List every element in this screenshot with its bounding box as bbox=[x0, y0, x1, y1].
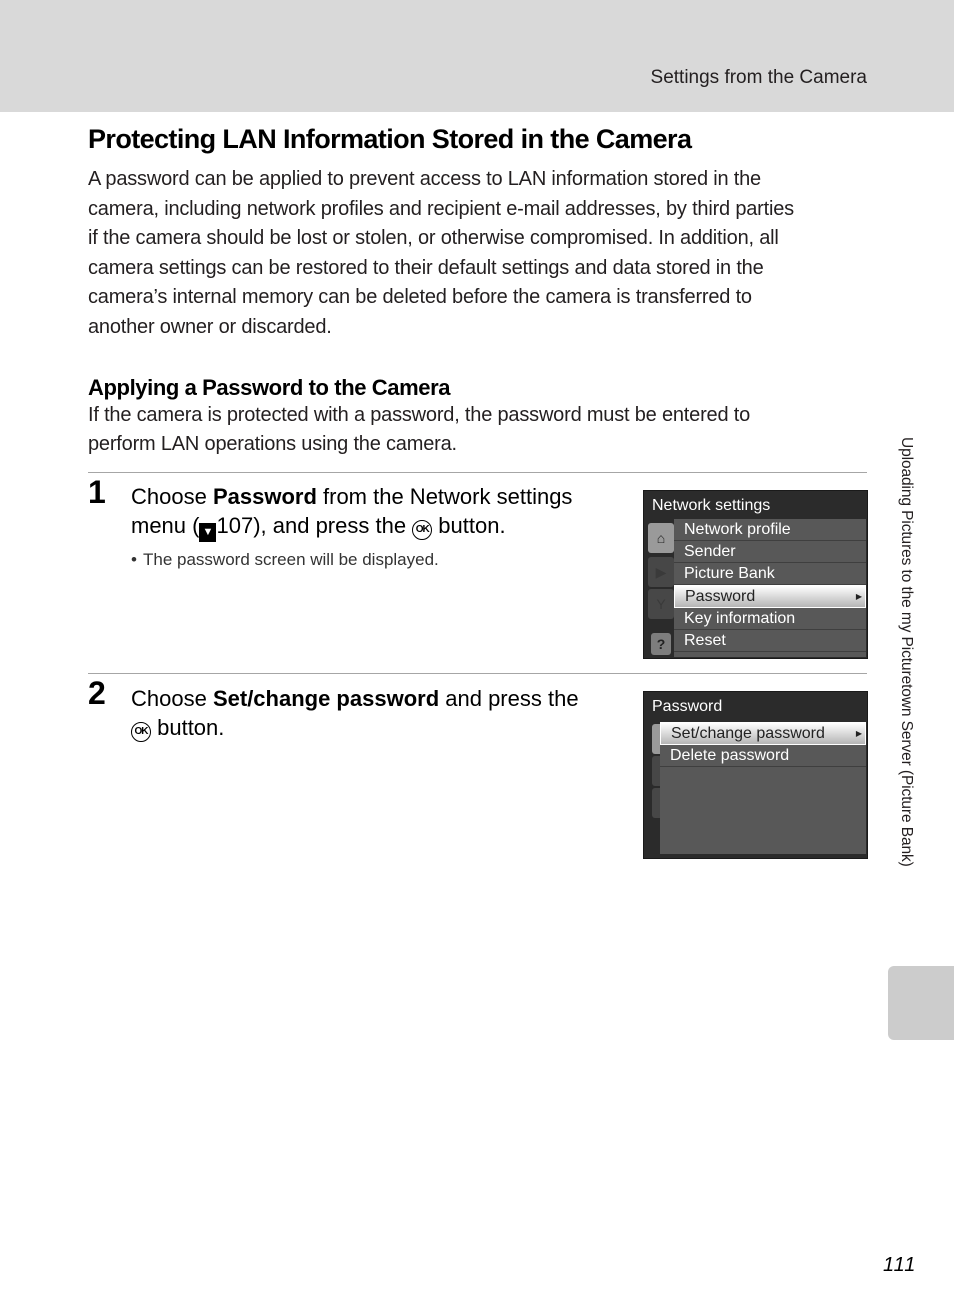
step-text: button. bbox=[432, 513, 506, 538]
camera-screen-password: Password Set/change password ▶ Delete pas… bbox=[643, 691, 868, 859]
menu-item-reset[interactable]: Reset bbox=[674, 630, 866, 652]
step-1-note: • The password screen will be displayed. bbox=[131, 550, 439, 570]
intro-line: camera’s internal memory can be deleted … bbox=[88, 286, 752, 308]
step-text: Choose bbox=[131, 484, 213, 509]
bullet-icon: • bbox=[131, 550, 137, 569]
menu-item-delete-password[interactable]: Delete password bbox=[660, 745, 866, 767]
step-number: 1 bbox=[88, 474, 106, 510]
arrow-right-icon: ▶ bbox=[855, 729, 862, 738]
page-reference: 107 bbox=[216, 513, 254, 538]
divider bbox=[88, 673, 867, 674]
intro-line: A password can be applied to prevent acc… bbox=[88, 168, 761, 190]
camera-screen-network-settings: Network settings ⌂ ▶ Y ? Network profile… bbox=[643, 490, 868, 659]
arrow-right-icon: ▶ bbox=[855, 592, 862, 601]
playback-icon: ▶ bbox=[648, 557, 674, 587]
menu-item-set-change-password[interactable]: Set/change password ▶ bbox=[660, 722, 866, 745]
step-text: and press the bbox=[439, 686, 579, 711]
menu-item-sender[interactable]: Sender bbox=[674, 541, 866, 563]
page-heading: Protecting LAN Information Stored in the… bbox=[88, 124, 692, 154]
intro-line: if the camera should be lost or stolen, … bbox=[88, 227, 779, 249]
menu-item-network-profile[interactable]: Network profile bbox=[674, 519, 866, 541]
intro-line: camera, including network profiles and r… bbox=[88, 197, 794, 220]
setup-wrench-icon: Y bbox=[648, 589, 674, 619]
sub-paragraph: If the camera is protected with a passwo… bbox=[88, 401, 868, 459]
menu-list: Network profile Sender Picture Bank Pass… bbox=[674, 519, 866, 657]
sub-line: perform LAN operations using the camera. bbox=[88, 433, 457, 455]
network-icon: ⌂ bbox=[648, 523, 674, 553]
chapter-side-label: Uploading Pictures to the my Picturetown… bbox=[898, 437, 915, 867]
step-text: ), and press the bbox=[253, 513, 413, 538]
screen-title: Password bbox=[652, 698, 723, 715]
step-bold-term: Password bbox=[212, 484, 317, 509]
page-reference-icon: ▼ bbox=[199, 523, 217, 542]
subheading: Applying a Password to the Camera bbox=[88, 375, 451, 400]
menu-item-key-information[interactable]: Key information bbox=[674, 608, 866, 630]
intro-line: camera settings can be restored to their… bbox=[88, 256, 764, 279]
intro-line: another owner or discarded. bbox=[88, 315, 332, 338]
step-text: Choose bbox=[131, 686, 213, 711]
note-text: The password screen will be displayed. bbox=[143, 550, 439, 569]
menu-item-picture-bank[interactable]: Picture Bank bbox=[674, 563, 866, 585]
intro-paragraph: A password can be applied to prevent acc… bbox=[88, 165, 868, 342]
step-2-instruction: Choose Set/change password and press the… bbox=[131, 684, 621, 742]
ok-button-icon: OK bbox=[131, 721, 151, 742]
step-text: button. bbox=[151, 715, 225, 740]
section-title: Settings from the Camera bbox=[650, 67, 867, 88]
chapter-tab bbox=[888, 966, 954, 1040]
menu-item-label: Set/change password bbox=[671, 725, 825, 742]
menu-list: Set/change password ▶ Delete password bbox=[660, 722, 866, 854]
step-1-instruction: Choose Password from the Network setting… bbox=[131, 482, 621, 542]
divider bbox=[88, 472, 867, 473]
menu-item-password[interactable]: Password ▶ bbox=[674, 585, 866, 608]
screen-title: Network settings bbox=[652, 497, 771, 514]
page-header: Settings from the Camera bbox=[0, 0, 954, 112]
help-icon: ? bbox=[651, 633, 671, 655]
step-number: 2 bbox=[88, 675, 106, 711]
sub-line: If the camera is protected with a passwo… bbox=[88, 404, 751, 426]
step-text: menu ( bbox=[131, 513, 200, 538]
ok-button-icon: OK bbox=[412, 519, 433, 540]
step-bold-term: Set/change password bbox=[212, 686, 440, 711]
menu-item-label: Password bbox=[685, 588, 756, 605]
step-text: from the Network settings bbox=[316, 484, 573, 509]
page-number: 111 bbox=[883, 1254, 917, 1276]
